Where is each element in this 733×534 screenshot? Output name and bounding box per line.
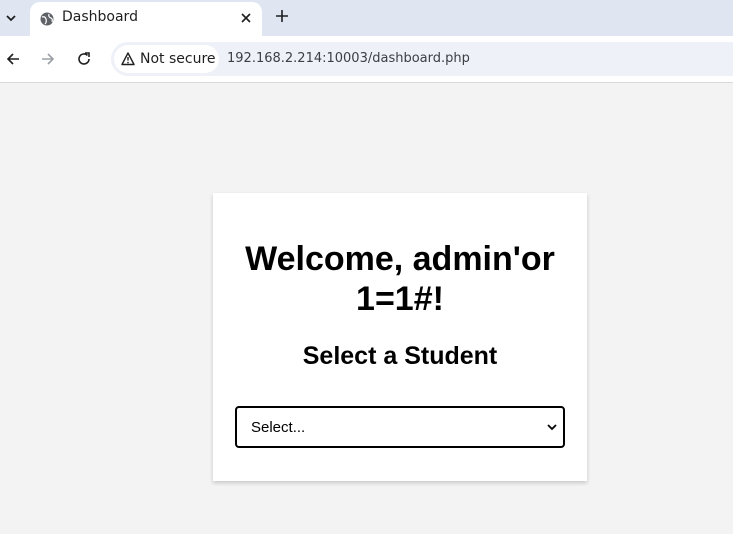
tab-search-button[interactable]	[0, 6, 22, 30]
student-select[interactable]: Select...	[235, 406, 565, 448]
plus-icon	[276, 10, 288, 22]
dashboard-card: Welcome, admin'or 1=1#! Select a Student…	[213, 193, 587, 481]
address-bar[interactable]: Not secure 192.168.2.214:10003/dashboard…	[111, 42, 733, 76]
close-icon	[241, 13, 251, 23]
forward-arrow-icon	[42, 53, 55, 65]
back-arrow-icon	[6, 53, 19, 65]
forward-button[interactable]	[38, 49, 58, 69]
chevron-down-icon	[547, 424, 557, 431]
reload-icon	[78, 52, 90, 65]
section-heading: Select a Student	[302, 342, 498, 370]
back-button[interactable]	[3, 49, 23, 69]
security-label: Not secure	[140, 51, 216, 67]
page-viewport: Welcome, admin'or 1=1#! Select a Student…	[0, 83, 733, 534]
browser-toolbar: Not secure 192.168.2.214:10003/dashboard…	[0, 36, 733, 83]
reload-button[interactable]	[74, 49, 94, 69]
tab-dashboard[interactable]: Dashboard	[30, 2, 262, 36]
warning-triangle-icon	[121, 52, 135, 66]
globe-icon	[40, 12, 54, 26]
page-title: Welcome, admin'or 1=1#!	[245, 240, 555, 318]
chevron-down-icon	[6, 15, 16, 22]
student-select-value: Select...	[251, 419, 306, 436]
tab-close-button[interactable]	[238, 10, 254, 26]
new-tab-button[interactable]	[272, 6, 292, 26]
url-text[interactable]: 192.168.2.214:10003/dashboard.php	[227, 51, 470, 66]
tab-title: Dashboard	[62, 9, 138, 25]
security-indicator[interactable]: Not secure	[114, 45, 219, 73]
tab-strip: Dashboard	[0, 0, 733, 36]
